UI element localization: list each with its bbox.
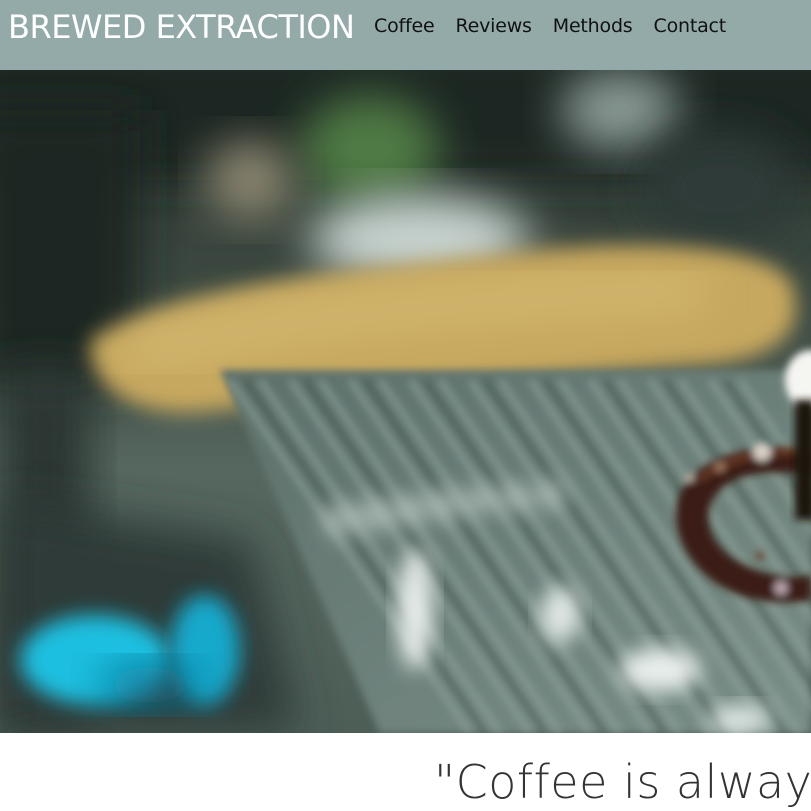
nav-link-methods[interactable]: Methods <box>553 15 633 37</box>
hero-espresso-photo <box>0 70 811 733</box>
site-header: BREWED EXTRACTION Coffee Reviews Methods… <box>0 0 811 70</box>
nav-link-coffee[interactable]: Coffee <box>374 15 435 37</box>
nav-link-contact[interactable]: Contact <box>654 15 727 37</box>
nav-link-reviews[interactable]: Reviews <box>455 15 531 37</box>
quote-text: "Coffee is always <box>434 755 811 809</box>
page: BREWED EXTRACTION Coffee Reviews Methods… <box>0 0 811 811</box>
quote-section: "Coffee is always <box>0 733 811 811</box>
hero-image <box>0 70 811 733</box>
brand-logo-text[interactable]: BREWED EXTRACTION <box>8 8 355 46</box>
main-nav: Coffee Reviews Methods Contact <box>374 15 747 37</box>
